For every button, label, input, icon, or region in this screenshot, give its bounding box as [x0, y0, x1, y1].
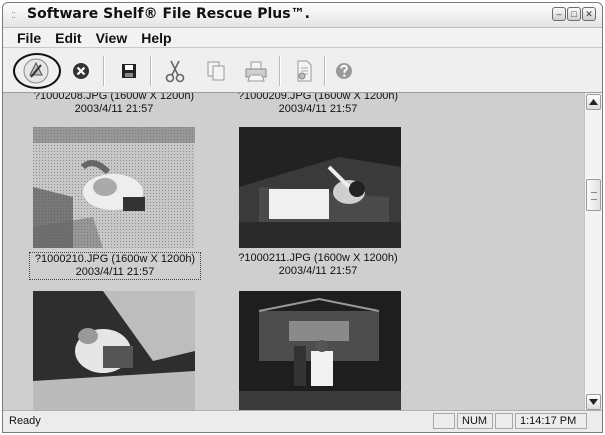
help-button[interactable] [329, 56, 359, 86]
restore-button[interactable]: □ [567, 7, 581, 21]
thumbnail-date: 2003/4/11 21:57 [278, 265, 358, 277]
title-bar[interactable]: :: Software Shelf® File Rescue Plus™. – … [3, 3, 602, 28]
toolbar-separator [324, 56, 326, 86]
menu-bar: File Edit View Help [3, 28, 602, 48]
photo-image [239, 127, 401, 248]
cut-button[interactable] [160, 56, 190, 86]
vertical-scrollbar[interactable] [584, 93, 602, 411]
toolbar [3, 48, 602, 93]
thumbnail-caption[interactable]: ?1000211.JPG (1600w X 1200h) 2003/4/11 2… [233, 252, 403, 278]
thumbnail-date: 2003/4/11 21:57 [278, 103, 358, 115]
copy-button[interactable] [201, 56, 231, 86]
photo-thumbnail[interactable] [33, 127, 195, 248]
print-button[interactable] [241, 56, 271, 86]
status-bar: Ready NUM 1:14:17 PM [3, 410, 602, 432]
status-text: Ready [9, 415, 41, 427]
arrow-down-icon [589, 399, 598, 405]
document-icon [297, 60, 312, 82]
thumbnail-date: 2003/4/11 21:57 [75, 266, 155, 278]
save-icon [122, 64, 136, 78]
scroll-down-button[interactable] [586, 394, 601, 410]
arrow-up-icon [589, 99, 598, 105]
photo-thumbnail[interactable] [239, 291, 401, 411]
menu-edit[interactable]: Edit [55, 30, 81, 46]
thumbnail-caption[interactable]: ?1000208.JPG (1600w X 1200h) 2003/4/11 2… [29, 93, 199, 116]
close-button[interactable]: ✕ [582, 7, 596, 21]
grip-icon [591, 192, 597, 200]
toolbar-separator [103, 56, 105, 86]
minimize-button[interactable]: – [552, 7, 566, 21]
status-panel-empty [495, 413, 513, 429]
scrollbar-thumb[interactable] [586, 179, 601, 211]
print-icon [245, 61, 267, 82]
menu-file[interactable]: File [17, 30, 41, 46]
window-controls: – □ ✕ [552, 7, 596, 21]
toolbar-separator [279, 56, 281, 86]
menu-view[interactable]: View [96, 30, 128, 46]
thumbnail-filename: ?1000208.JPG (1600w X 1200h) [33, 93, 195, 102]
status-clock: 1:14:17 PM [515, 413, 587, 429]
window-title: Software Shelf® File Rescue Plus™. [27, 6, 310, 22]
thumbnail-filename: ?1000210.JPG (1600w X 1200h) [34, 253, 196, 265]
stop-icon [73, 63, 89, 79]
cut-icon [165, 60, 185, 83]
photo-thumbnail[interactable] [239, 127, 401, 248]
thumbnail-caption-selected[interactable]: ?1000210.JPG (1600w X 1200h) 2003/4/11 2… [29, 252, 201, 280]
stop-button[interactable] [66, 56, 96, 86]
help-icon [336, 63, 352, 79]
document-button[interactable] [289, 56, 319, 86]
num-lock-indicator: NUM [457, 413, 493, 429]
status-panel-empty [433, 413, 455, 429]
photo-image [33, 291, 195, 411]
thumbnail-filename: ?1000209.JPG (1600w X 1200h) [237, 93, 399, 102]
thumbnail-caption[interactable]: ?1000209.JPG (1600w X 1200h) 2003/4/11 2… [233, 93, 403, 116]
thumbnail-view[interactable]: ?1000208.JPG (1600w X 1200h) 2003/4/11 2… [3, 93, 584, 411]
thumbnail-date: 2003/4/11 21:57 [74, 103, 154, 115]
scroll-up-button[interactable] [586, 94, 601, 110]
menu-help[interactable]: Help [141, 30, 171, 46]
photo-image [239, 291, 401, 411]
toolbar-separator [150, 56, 152, 86]
thumbnail-filename: ?1000211.JPG (1600w X 1200h) [238, 252, 398, 264]
title-grip-icon: :: [11, 9, 16, 21]
photo-image [33, 127, 195, 248]
app-window: :: Software Shelf® File Rescue Plus™. – … [2, 2, 603, 433]
save-button[interactable] [114, 56, 144, 86]
copy-icon [207, 61, 225, 81]
highlight-circle [13, 53, 61, 89]
photo-thumbnail[interactable] [33, 291, 195, 411]
